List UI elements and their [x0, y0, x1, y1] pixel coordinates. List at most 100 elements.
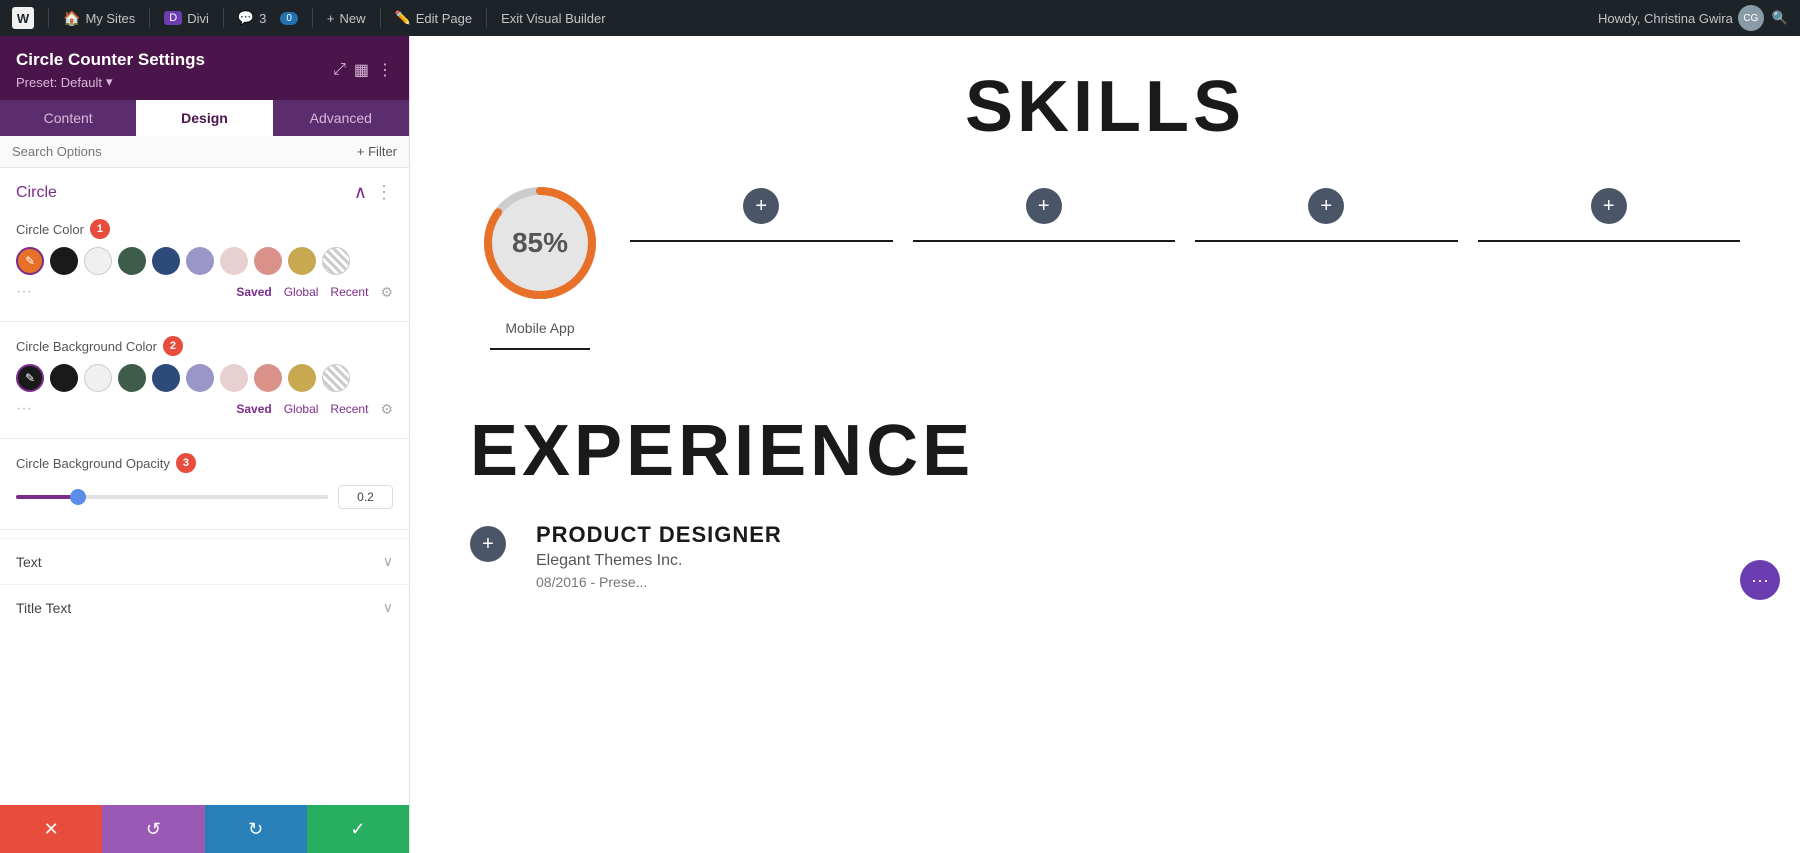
circle-bg-color-badge: 2: [163, 336, 183, 356]
tab-advanced[interactable]: Advanced: [273, 100, 409, 136]
sidebar-tabs: Content Design Advanced: [0, 100, 409, 136]
layout-icon[interactable]: ▦: [354, 60, 369, 80]
divider-3: [0, 529, 409, 530]
add-placeholder-2: +: [913, 178, 1176, 242]
search-link[interactable]: 🔍: [1772, 10, 1788, 26]
add-placeholder-3: +: [1195, 178, 1458, 242]
color-swatch-bg-darkgreen[interactable]: [118, 364, 146, 392]
bg-global-link[interactable]: Global: [284, 402, 319, 416]
color-swatch-bg-pink[interactable]: [254, 364, 282, 392]
circle-bg-opacity-label: Circle Background Opacity 3: [16, 453, 393, 473]
color-swatch-black[interactable]: [50, 247, 78, 275]
comment-count-badge[interactable]: 0: [280, 12, 298, 25]
job-title: PRODUCT DESIGNER: [536, 522, 1740, 548]
color-swatch-stripe[interactable]: [322, 247, 350, 275]
redo-button[interactable]: ↻: [205, 805, 307, 853]
gear-icon-2[interactable]: ⚙: [380, 401, 393, 418]
color-swatch-bg-white[interactable]: [84, 364, 112, 392]
color-swatch-bg-black2[interactable]: [50, 364, 78, 392]
color-swatch-bg-navy[interactable]: [152, 364, 180, 392]
color-swatch-lavender[interactable]: [186, 247, 214, 275]
color-swatch-pink[interactable]: [254, 247, 282, 275]
sidebar: Circle Counter Settings Preset: Default …: [0, 36, 410, 853]
chevron-down-icon: ▾: [106, 74, 113, 90]
my-sites-label: My Sites: [85, 11, 135, 26]
add-circle-btn-3[interactable]: +: [1308, 188, 1344, 224]
divider-2: [0, 438, 409, 439]
comment-badge: 0: [280, 12, 298, 25]
tab-design[interactable]: Design: [136, 100, 272, 136]
opacity-slider-thumb[interactable]: [70, 489, 86, 505]
undo-button[interactable]: ↺: [102, 805, 204, 853]
wp-logo[interactable]: W: [12, 7, 34, 29]
save-icon: ✓: [350, 819, 365, 840]
color-swatch-darkgreen[interactable]: [118, 247, 146, 275]
exit-builder-link[interactable]: Exit Visual Builder: [501, 11, 606, 26]
date-range: 08/2016 - Prese...: [536, 574, 1740, 590]
color-swatch-white[interactable]: [84, 247, 112, 275]
edit-icon: ✏️: [395, 10, 411, 26]
sidebar-footer: ✕ ↺ ↻ ✓: [0, 805, 409, 853]
my-sites-link[interactable]: 🏠 My Sites: [63, 10, 135, 27]
divider6: [486, 8, 487, 28]
save-button[interactable]: ✓: [307, 805, 409, 853]
bg-saved-link[interactable]: Saved: [236, 402, 271, 416]
divider: [48, 8, 49, 28]
saved-link[interactable]: Saved: [236, 285, 271, 299]
circle-section-more[interactable]: ⋮: [375, 182, 393, 203]
divider-1: [0, 321, 409, 322]
text-section[interactable]: Text ∨: [0, 538, 409, 584]
color-swatch-navy[interactable]: [152, 247, 180, 275]
new-link[interactable]: + New: [327, 11, 366, 26]
tab-content[interactable]: Content: [0, 100, 136, 136]
color-swatch-orange[interactable]: ✎: [16, 247, 44, 275]
experience-title: EXPERIENCE: [470, 410, 1740, 492]
circle-bg-color-label: Circle Background Color 2: [16, 336, 393, 356]
sidebar-header: Circle Counter Settings Preset: Default …: [0, 36, 409, 100]
recent-link[interactable]: Recent: [330, 285, 368, 299]
add-circle-btn-4[interactable]: +: [1591, 188, 1627, 224]
opacity-value-input[interactable]: 0.2: [338, 485, 393, 509]
collapse-circle-btn[interactable]: ∧: [354, 182, 367, 203]
opacity-slider-track[interactable]: [16, 495, 328, 499]
experience-section: EXPERIENCE + PRODUCT DESIGNER Elegant Th…: [470, 390, 1740, 590]
opacity-slider-fill: [16, 495, 78, 499]
comments-link[interactable]: 💬 3: [238, 10, 266, 26]
sidebar-content: Circle ∧ ⋮ Circle Color 1 ✎: [0, 168, 409, 805]
color-swatch-lightpink[interactable]: [220, 247, 248, 275]
circle-counter: 85% Mobile App: [470, 178, 610, 350]
bg-recent-link[interactable]: Recent: [330, 402, 368, 416]
floating-more-btn[interactable]: ···: [1740, 560, 1780, 600]
comments-count: 3: [259, 11, 266, 26]
new-label: New: [339, 11, 365, 26]
color-swatch-bg-lightpink[interactable]: [220, 364, 248, 392]
user-name-label: Howdy, Christina Gwira: [1598, 11, 1733, 26]
home-icon: 🏠: [63, 10, 80, 27]
sidebar-preset[interactable]: Preset: Default ▾: [16, 74, 205, 90]
experience-add-btn[interactable]: +: [470, 526, 506, 562]
color-swatch-bg-gold[interactable]: [288, 364, 316, 392]
add-circle-btn-1[interactable]: +: [743, 188, 779, 224]
comments-icon: 💬: [238, 10, 254, 26]
color-swatch-bg-stripe[interactable]: [322, 364, 350, 392]
color-swatch-bg-black[interactable]: ✎: [16, 364, 44, 392]
global-link[interactable]: Global: [284, 285, 319, 299]
circle-label: Mobile App: [505, 320, 574, 336]
expand-icon[interactable]: ⤢: [333, 61, 346, 79]
user-greeting[interactable]: Howdy, Christina Gwira CG: [1598, 5, 1764, 31]
cancel-button[interactable]: ✕: [0, 805, 102, 853]
title-text-section[interactable]: Title Text ∨: [0, 584, 409, 630]
divi-link[interactable]: D Divi: [164, 11, 209, 26]
circle-percent: 85%: [512, 227, 568, 259]
color-swatch-bg-lavender[interactable]: [186, 364, 214, 392]
gear-icon[interactable]: ⚙: [380, 284, 393, 301]
page-inner: SKILLS 85% Mobile App: [410, 36, 1800, 620]
divider5: [380, 8, 381, 28]
search-input[interactable]: [12, 144, 357, 159]
more-icon[interactable]: ⋮: [377, 60, 393, 80]
filter-button[interactable]: + Filter: [357, 144, 397, 159]
color-swatch-gold[interactable]: [288, 247, 316, 275]
add-circle-btn-2[interactable]: +: [1026, 188, 1062, 224]
wp-icon: W: [12, 7, 34, 29]
edit-page-link[interactable]: ✏️ Edit Page: [395, 10, 473, 26]
